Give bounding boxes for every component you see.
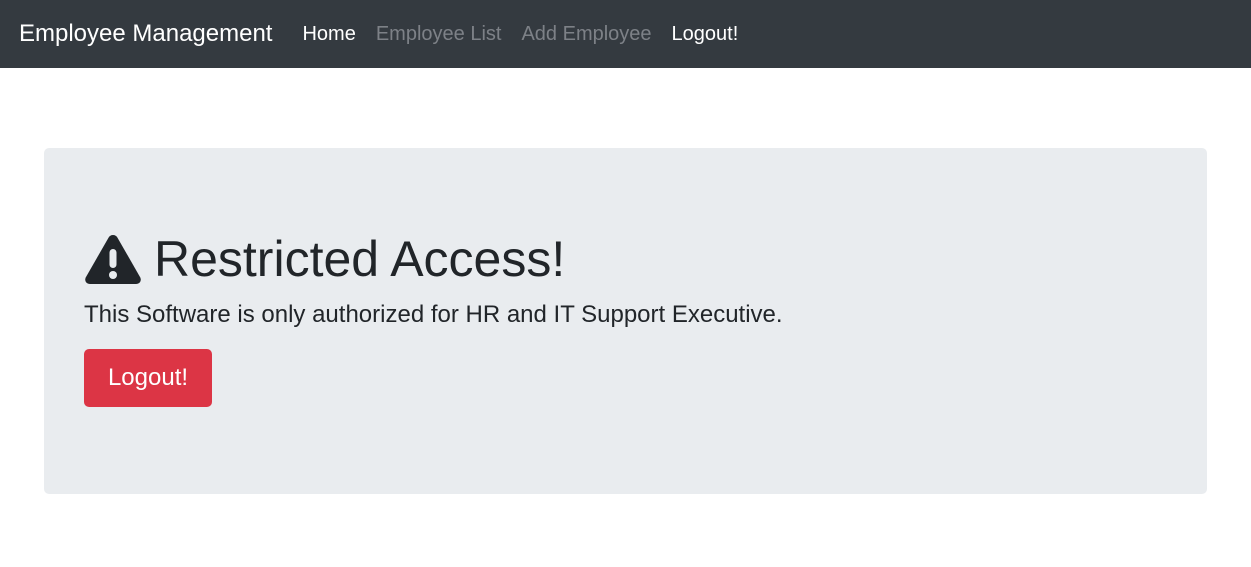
restriction-message: This Software is only authorized for HR … bbox=[84, 301, 783, 328]
top-navbar: Employee Management Home Employee List A… bbox=[0, 0, 1251, 68]
nav-link-add-employee[interactable]: Add Employee bbox=[521, 23, 651, 46]
nav-link-home[interactable]: Home bbox=[302, 23, 355, 46]
logout-button[interactable]: Logout! bbox=[84, 349, 212, 407]
nav-link-logout[interactable]: Logout! bbox=[672, 23, 739, 46]
heading-row: Restricted Access! bbox=[84, 231, 1167, 287]
page-heading: Restricted Access! bbox=[154, 231, 566, 287]
nav-links: Home Employee List Add Employee Logout! bbox=[302, 23, 758, 46]
nav-link-employee-list[interactable]: Employee List bbox=[376, 23, 502, 46]
navbar-brand[interactable]: Employee Management bbox=[19, 20, 272, 48]
restricted-access-panel: Restricted Access! This Software is only… bbox=[44, 148, 1207, 494]
warning-icon bbox=[84, 233, 142, 285]
